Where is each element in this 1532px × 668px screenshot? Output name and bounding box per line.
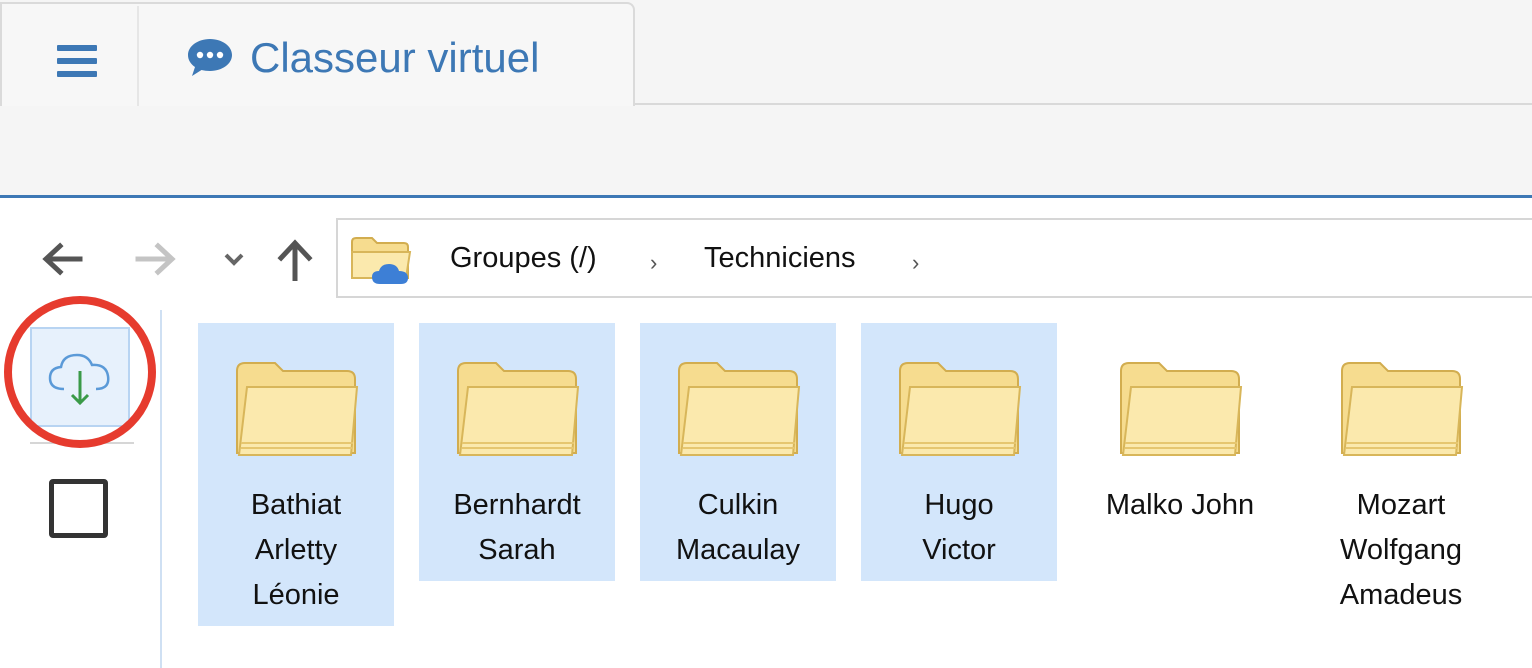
history-dropdown-button[interactable]	[218, 236, 250, 282]
chevron-down-icon	[224, 253, 244, 266]
folder-name-line: Bathiat	[250, 489, 342, 521]
folder-name-line: Hugo	[924, 489, 994, 521]
folder-icon	[899, 362, 1022, 456]
folder-name-line: Victor	[922, 534, 996, 566]
folder-name-line: Sarah	[478, 534, 556, 566]
folder-name-line: Bernhardt	[453, 489, 581, 521]
folder-icon	[236, 362, 359, 456]
tab-classeur-virtuel[interactable]: Classeur virtuel	[0, 2, 635, 106]
breadcrumb-separator-icon: ›	[912, 250, 920, 275]
folder-icon	[678, 362, 801, 456]
folder-name: Malko John	[1082, 483, 1278, 536]
folder-name-line: Macaulay	[675, 534, 801, 566]
back-button[interactable]	[38, 236, 86, 282]
folder-name-line: Wolfgang	[1340, 534, 1462, 566]
up-folder-button[interactable]	[272, 236, 318, 282]
folder-item[interactable]: Mozart Wolfgang Amadeus	[1303, 323, 1499, 626]
breadcrumb-item-techniciens[interactable]: Techniciens	[704, 242, 856, 275]
folder-icon	[457, 362, 580, 456]
menu-icon-bar	[57, 58, 97, 64]
chat-bubble-icon	[188, 39, 232, 76]
hamburger-menu-button[interactable]	[32, 26, 122, 96]
folder-name: Mozart Wolfgang Amadeus	[1303, 483, 1499, 626]
folder-item[interactable]: Culkin Macaulay	[640, 323, 836, 581]
arrow-right-icon	[135, 242, 176, 276]
folder-name: Bathiat Arletty Léonie	[198, 483, 394, 626]
folder-name-line: Arletty	[254, 534, 338, 566]
menu-icon-bar	[57, 71, 97, 77]
folder-name-line: Malko John	[1105, 489, 1255, 521]
download-button[interactable]	[30, 327, 130, 427]
cloud-download-icon	[48, 353, 110, 406]
tab-divider	[137, 6, 139, 106]
forward-button[interactable]	[132, 236, 180, 282]
select-all-checkbox[interactable]	[49, 479, 108, 538]
sidebar-divider	[160, 310, 162, 668]
breadcrumb-item-groupes[interactable]: Groupes (/)	[450, 242, 597, 275]
arrow-up-icon	[277, 239, 313, 281]
tab-title: Classeur virtuel	[186, 34, 539, 82]
folder-icon	[1120, 362, 1243, 456]
download-button-underline	[30, 442, 134, 444]
folder-name-line: Mozart	[1356, 489, 1446, 521]
tab-strip-line	[634, 103, 1532, 105]
folder-name: Culkin Macaulay	[640, 483, 836, 581]
folder-item[interactable]: Bathiat Arletty Léonie	[198, 323, 394, 626]
top-bar: Classeur virtuel	[0, 0, 1532, 198]
folder-name: Bernhardt Sarah	[419, 483, 615, 581]
folder-item[interactable]: Malko John	[1082, 323, 1278, 536]
folder-icon	[1341, 362, 1464, 456]
breadcrumb-separator-icon: ›	[650, 250, 658, 275]
cloud-folder-icon	[351, 237, 412, 284]
tab-title-label: Classeur virtuel	[250, 34, 540, 81]
folder-name-line: Culkin	[697, 489, 779, 521]
arrow-left-icon	[42, 242, 83, 276]
folder-name-line: Amadeus	[1339, 579, 1463, 611]
folder-item[interactable]: Bernhardt Sarah	[419, 323, 615, 581]
folder-name: Hugo Victor	[861, 483, 1057, 581]
folder-item[interactable]: Hugo Victor	[861, 323, 1057, 581]
folder-name-line: Léonie	[252, 579, 340, 611]
menu-icon-bar	[57, 45, 97, 51]
breadcrumb: Groupes (/) › Techniciens ›	[336, 218, 1532, 298]
